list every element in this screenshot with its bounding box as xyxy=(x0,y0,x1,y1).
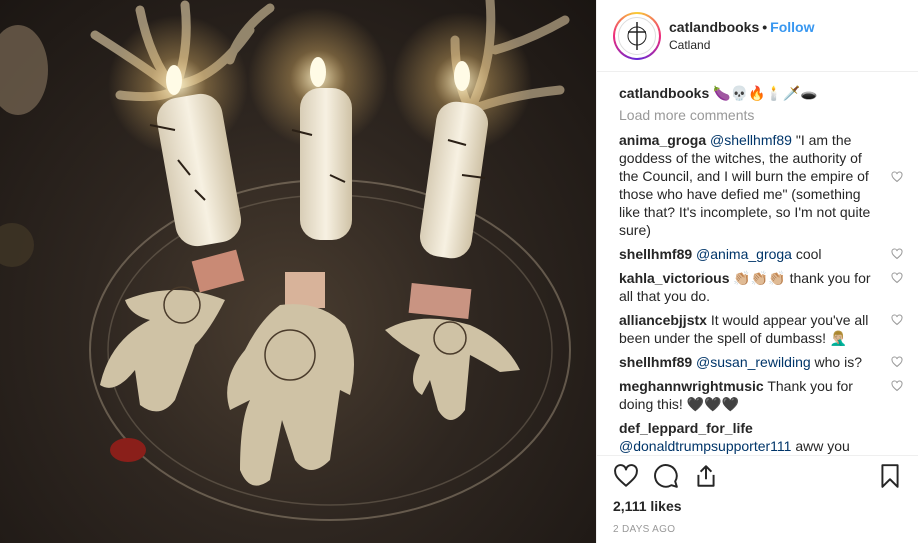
header-separator: • xyxy=(762,19,768,35)
comment: def_leppard_for_life @donaldtrumpsupport… xyxy=(619,419,903,455)
bookmark-icon[interactable] xyxy=(877,463,903,489)
caption-username[interactable]: catlandbooks xyxy=(619,85,709,101)
follow-button[interactable]: Follow xyxy=(770,19,814,35)
post-side-panel: catlandbooks • Follow Catland catlandbooks… xyxy=(596,0,918,543)
avatar xyxy=(618,16,656,55)
caption-text: 🍆💀🔥🕯️🗡️🕳️ xyxy=(713,85,818,101)
post-caption: catlandbooks 🍆💀🔥🕯️🗡️🕳️ xyxy=(619,84,903,102)
likes-count[interactable]: 2,111 likes xyxy=(613,498,903,514)
comment-username[interactable]: kahla_victorious xyxy=(619,270,730,286)
comment-username[interactable]: meghannwrightmusic xyxy=(619,378,764,394)
comments-list[interactable]: catlandbooks 🍆💀🔥🕯️🗡️🕳️ Load more comment… xyxy=(597,72,918,455)
post-header: catlandbooks • Follow Catland xyxy=(597,0,918,72)
instagram-post: catlandbooks • Follow Catland catlandbooks… xyxy=(0,0,918,543)
like-comment-heart-icon[interactable] xyxy=(891,356,903,368)
comment: anima_groga @shellhmf89 "I am the goddes… xyxy=(619,131,903,239)
comment-username[interactable]: anima_groga xyxy=(619,132,706,148)
comment-icon[interactable] xyxy=(653,463,679,489)
avatar-story-ring[interactable] xyxy=(613,11,661,60)
share-icon[interactable] xyxy=(693,463,719,489)
comment-mention[interactable]: @susan_rewilding xyxy=(696,354,811,370)
like-comment-heart-icon[interactable] xyxy=(891,171,903,183)
comment-username[interactable]: shellhmf89 xyxy=(619,354,692,370)
like-comment-heart-icon[interactable] xyxy=(891,380,903,392)
comment: kahla_victorious 👏🏼👏🏼👏🏼 thank you for al… xyxy=(619,269,903,305)
ritual-photo-illustration xyxy=(0,0,571,521)
comment-mention[interactable]: @anima_groga xyxy=(696,246,792,262)
comment-username[interactable]: def_leppard_for_life xyxy=(619,420,753,436)
like-comment-heart-icon[interactable] xyxy=(891,272,903,284)
comment-mention[interactable]: @donaldtrumpsupporter111 xyxy=(619,438,791,454)
post-actions: 2,111 likes 2 DAYS AGO xyxy=(597,455,918,543)
cross-logo-icon xyxy=(627,21,647,50)
comment: alliancebjjstx It would appear you've al… xyxy=(619,311,903,347)
comment-mention[interactable]: @shellhmf89 xyxy=(710,132,792,148)
comment-username[interactable]: shellhmf89 xyxy=(619,246,692,262)
post-timestamp: 2 DAYS AGO xyxy=(613,524,676,535)
comment-text: cool xyxy=(795,246,822,262)
header-username[interactable]: catlandbooks xyxy=(669,19,759,35)
comment: meghannwrightmusic Thank you for doing t… xyxy=(619,377,903,413)
comment-text: who is? xyxy=(814,354,862,370)
comment: shellhmf89 @susan_rewilding who is? xyxy=(619,353,903,371)
like-comment-heart-icon[interactable] xyxy=(891,248,903,260)
like-comment-heart-icon[interactable] xyxy=(891,314,903,326)
post-photo[interactable] xyxy=(0,0,596,543)
load-more-comments-button[interactable]: Load more comments xyxy=(619,107,903,123)
comment-username[interactable]: alliancebjjstx xyxy=(619,312,707,328)
comment: shellhmf89 @anima_groga cool xyxy=(619,245,903,263)
post-location[interactable]: Catland xyxy=(669,38,814,52)
heart-icon[interactable] xyxy=(613,463,639,489)
